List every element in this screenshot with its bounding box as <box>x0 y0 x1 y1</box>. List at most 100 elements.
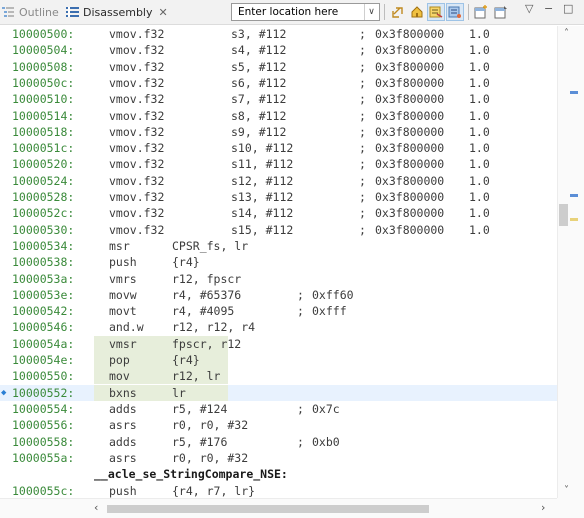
address: 10000520: <box>12 157 75 172</box>
instruction-row[interactable]: 1000055c: push {r4, r7, lr} <box>0 483 557 498</box>
instruction-row[interactable]: 10000524: vmov.f32 s12, #112; 0x3f800000 1.0 <box>0 173 557 189</box>
address: 1000054e: <box>12 353 75 367</box>
instruction-row[interactable]: 10000530: vmov.f32 s15, #112; 0x3f800000 1.0 <box>0 222 557 238</box>
horizontal-scrollbar[interactable]: ‹ › <box>0 498 557 518</box>
view-menu-icon[interactable]: ▽ <box>525 2 533 15</box>
tab-disassembly[interactable]: Disassembly ✕ <box>66 3 168 21</box>
overview-marker[interactable] <box>570 218 578 221</box>
comment-hex: 0x3f800000 <box>375 206 445 221</box>
comment-float: 1.0 <box>469 43 490 58</box>
comment-float: 1.0 <box>469 59 490 74</box>
address: 10000524: <box>12 173 75 188</box>
vertical-scrollbar[interactable]: ˄ ˅ <box>557 26 584 498</box>
address: 10000552: <box>12 385 75 400</box>
mnemonic: pop <box>109 353 130 367</box>
comment-hex: 0xfff <box>312 304 347 319</box>
comment-float: 1.0 <box>469 27 490 41</box>
comment-hex: 0x3f800000 <box>375 43 445 58</box>
scroll-down-icon[interactable]: ˅ <box>564 485 569 496</box>
instruction-row[interactable]: 1000053a: vmrs r12, fpscr <box>0 271 557 287</box>
operands: s15, #112 <box>231 222 294 237</box>
show-symbols-toggle[interactable] <box>446 3 464 21</box>
instruction-row[interactable]: 10000504: vmov.f32 s4, #112; 0x3f800000 1.0 <box>0 42 557 58</box>
pin-view-button[interactable] <box>492 3 510 21</box>
tab-outline[interactable]: Outline <box>2 3 59 21</box>
instruction-row[interactable]: 1000051c: vmov.f32 s10, #112; 0x3f800000 1.0 <box>0 140 557 156</box>
link-with-editor-button[interactable] <box>389 3 407 21</box>
instruction-row[interactable]: 10000542: movt r4, #4095; 0xfff <box>0 303 557 319</box>
current-instruction-row[interactable]: ◆ 10000552: bxns lr <box>0 384 557 401</box>
disassembly-view: Outline Disassembly ✕ Enter location her… <box>0 0 584 518</box>
instruction-row[interactable]: 1000055a: asrs r0, r0, #32 <box>0 450 557 466</box>
toolbar-separator <box>468 4 469 20</box>
instruction-row[interactable]: 10000546: and.w r12, r12, r4 <box>0 319 557 335</box>
instruction-row[interactable]: 1000053e: movw r4, #65376; 0xff60 <box>0 287 557 303</box>
scroll-right-icon[interactable]: › <box>541 501 545 514</box>
operands: {r4} <box>172 353 200 367</box>
maximize-icon[interactable]: □ <box>563 2 573 15</box>
instruction-row[interactable]: 10000550: mov r12, lr <box>0 368 557 385</box>
operands: s8, #112 <box>231 108 287 123</box>
comment-marker: ; <box>297 401 304 416</box>
mnemonic: asrs <box>109 450 137 465</box>
tab-outline-label: Outline <box>19 5 59 19</box>
show-source-toggle[interactable] <box>427 3 445 21</box>
mnemonic: vmov.f32 <box>109 59 165 74</box>
mnemonic: vmov.f32 <box>109 157 165 172</box>
mnemonic: adds <box>109 401 137 416</box>
comment-marker: ; <box>359 190 366 204</box>
instruction-row[interactable]: 10000508: vmov.f32 s5, #112; 0x3f800000 1.0 <box>0 59 557 75</box>
instruction-row[interactable]: 10000556: asrs r0, r0, #32 <box>0 417 557 433</box>
vertical-scroll-thumb[interactable] <box>559 204 568 226</box>
chevron-down-icon[interactable]: ∨ <box>364 4 378 20</box>
address: 10000534: <box>12 238 75 253</box>
toolbar-separator <box>384 4 385 20</box>
comment-float: 1.0 <box>469 157 490 172</box>
mnemonic: vmov.f32 <box>109 190 165 204</box>
instruction-row[interactable]: 1000054e: pop {r4} <box>0 352 557 368</box>
minimize-icon[interactable]: − <box>544 2 553 15</box>
instruction-row[interactable]: 10000538: push {r4} <box>0 254 557 270</box>
current-pc-icon: ◆ <box>1 387 7 398</box>
instruction-row[interactable]: 10000558: adds r5, #176; 0xb0 <box>0 434 557 450</box>
instruction-row[interactable]: 1000050c: vmov.f32 s6, #112; 0x3f800000 1.0 <box>0 75 557 91</box>
horizontal-scroll-thumb[interactable] <box>107 505 429 513</box>
instruction-row[interactable]: 10000500: vmov.f32 s3, #112; 0x3f800000 1.0 <box>0 26 557 42</box>
instruction-row[interactable]: 10000514: vmov.f32 s8, #112; 0x3f800000 1.0 <box>0 108 557 124</box>
comment-hex: 0x3f800000 <box>375 75 445 90</box>
instruction-row[interactable]: 10000510: vmov.f32 s7, #112; 0x3f800000 1.0 <box>0 91 557 107</box>
close-icon[interactable]: ✕ <box>159 6 168 19</box>
address: 1000050c: <box>12 75 75 90</box>
instruction-row[interactable]: 10000520: vmov.f32 s11, #112; 0x3f800000 1.0 <box>0 156 557 172</box>
instruction-row[interactable]: 10000534: msr CPSR_fs, lr <box>0 238 557 254</box>
scroll-up-icon[interactable]: ˄ <box>564 28 569 39</box>
comment-hex: 0x3f800000 <box>375 173 445 188</box>
operands: lr <box>172 385 186 400</box>
instruction-row[interactable]: 10000528: vmov.f32 s13, #112; 0x3f800000 1.0 <box>0 189 557 205</box>
function-label-row[interactable]: __acle_se_StringCompare_NSE: <box>0 466 557 482</box>
operands: r12, fpscr <box>172 271 242 286</box>
mnemonic: mov <box>109 369 130 384</box>
comment-marker: ; <box>359 27 366 41</box>
mnemonic: vmsr <box>109 336 137 351</box>
instruction-row[interactable]: 10000518: vmov.f32 s9, #112; 0x3f800000 1.0 <box>0 124 557 140</box>
overview-marker[interactable] <box>570 194 578 197</box>
instruction-row[interactable]: 1000052c: vmov.f32 s14, #112; 0x3f800000 1.0 <box>0 205 557 221</box>
address: 10000504: <box>12 43 75 58</box>
mnemonic: vmov.f32 <box>109 206 165 221</box>
comment-hex: 0x3f800000 <box>375 141 445 156</box>
location-input[interactable]: Enter location here ∨ <box>231 3 380 21</box>
instruction-row[interactable]: 10000554: adds r5, #124; 0x7c <box>0 401 557 417</box>
home-icon <box>411 6 423 18</box>
disassembly-listing[interactable]: 10000500: vmov.f32 s3, #112; 0x3f800000 1.0 1… <box>0 26 557 498</box>
home-button[interactable] <box>408 3 426 21</box>
overview-marker[interactable] <box>570 91 578 94</box>
scroll-left-icon[interactable]: ‹ <box>94 501 98 514</box>
operands: s3, #112 <box>231 27 287 41</box>
comment-marker: ; <box>297 287 304 302</box>
comment-marker: ; <box>359 108 366 123</box>
new-view-button[interactable] <box>472 3 490 21</box>
comment-marker: ; <box>359 59 366 74</box>
instruction-row[interactable]: 1000054a: vmsr fpscr, r12 <box>0 335 557 352</box>
comment-hex: 0x3f800000 <box>375 108 445 123</box>
